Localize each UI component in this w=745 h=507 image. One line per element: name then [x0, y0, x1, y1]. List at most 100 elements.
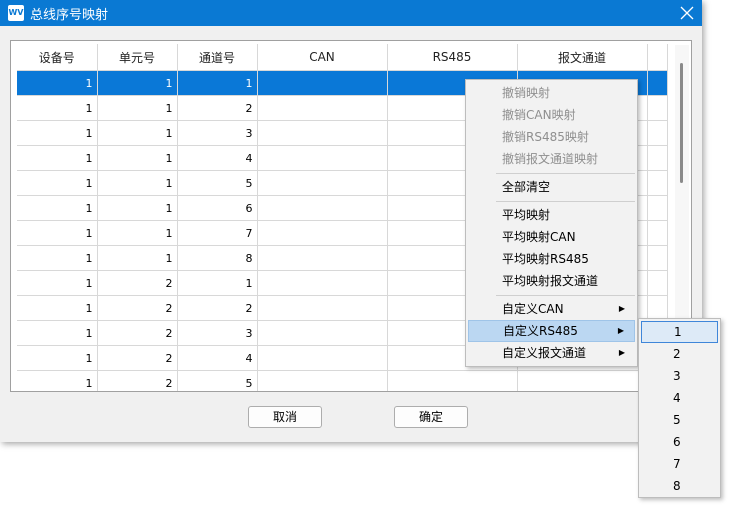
table-cell[interactable]: 1: [97, 195, 178, 221]
table-cell[interactable]: 2: [177, 295, 258, 321]
menu-item-custom-rs485[interactable]: 自定义RS485 ▶: [468, 320, 635, 342]
submenu-item-7[interactable]: 7: [641, 453, 718, 475]
window-title: 总线序号映射: [30, 8, 109, 23]
table-cell-filler: [647, 70, 668, 96]
table-cell[interactable]: [387, 370, 518, 391]
table-cell-filler: [647, 245, 668, 271]
submenu-item-3[interactable]: 3: [641, 365, 718, 387]
table-cell[interactable]: 3: [177, 320, 258, 346]
table-cell[interactable]: 2: [177, 95, 258, 121]
table-cell-filler: [647, 145, 668, 171]
table-cell[interactable]: 5: [177, 370, 258, 391]
table-row[interactable]: 1 2 5: [17, 370, 668, 391]
table-cell[interactable]: 1: [97, 95, 178, 121]
ok-button[interactable]: 确定: [394, 406, 468, 428]
table-cell[interactable]: 1: [17, 195, 98, 221]
submenu-item-1[interactable]: 1: [641, 321, 718, 343]
table-cell[interactable]: 1: [17, 320, 98, 346]
table-cell[interactable]: 1: [97, 145, 178, 171]
table-cell[interactable]: 1: [97, 120, 178, 146]
menu-item-average-mapping[interactable]: 平均映射: [468, 204, 635, 226]
table-cell[interactable]: 1: [17, 70, 98, 96]
table-cell[interactable]: 2: [97, 370, 178, 391]
menu-item-clear-all[interactable]: 全部清空: [468, 176, 635, 198]
menu-item-custom-can[interactable]: 自定义CAN ▶: [468, 298, 635, 320]
table-cell[interactable]: 1: [97, 170, 178, 196]
table-cell[interactable]: 6: [177, 195, 258, 221]
table-cell[interactable]: [257, 95, 388, 121]
table-cell[interactable]: 1: [97, 220, 178, 246]
column-header-can[interactable]: CAN: [257, 44, 388, 71]
table-cell[interactable]: 1: [97, 70, 178, 96]
table-cell[interactable]: 1: [17, 145, 98, 171]
table-cell[interactable]: [257, 370, 388, 391]
submenu-item-8[interactable]: 8: [641, 475, 718, 497]
table-cell-filler: [647, 195, 668, 221]
scrollbar-thumb[interactable]: [680, 63, 683, 183]
column-header-rs485[interactable]: RS485: [387, 44, 518, 71]
table-cell[interactable]: 3: [177, 120, 258, 146]
table-cell[interactable]: 2: [97, 295, 178, 321]
table-cell[interactable]: 2: [97, 320, 178, 346]
submenu-item-4[interactable]: 4: [641, 387, 718, 409]
table-cell[interactable]: [257, 120, 388, 146]
table-cell[interactable]: [257, 270, 388, 296]
column-header-device[interactable]: 设备号: [17, 44, 98, 71]
table-cell[interactable]: 1: [17, 245, 98, 271]
column-header-unit[interactable]: 单元号: [97, 44, 178, 71]
table-cell[interactable]: 1: [17, 95, 98, 121]
menu-item-undo-mapping[interactable]: 撤销映射: [468, 82, 635, 104]
table-cell[interactable]: [257, 295, 388, 321]
submenu-item-5[interactable]: 5: [641, 409, 718, 431]
menu-separator: [496, 295, 635, 296]
title-bar[interactable]: WV 总线序号映射: [0, 0, 702, 26]
table-cell[interactable]: 1: [177, 70, 258, 96]
menu-item-undo-rs485-mapping[interactable]: 撤销RS485映射: [468, 126, 635, 148]
submenu-arrow-icon: ▶: [617, 326, 624, 335]
cancel-button[interactable]: 取消: [248, 406, 322, 428]
menu-item-average-can[interactable]: 平均映射CAN: [468, 226, 635, 248]
table-cell[interactable]: 2: [97, 270, 178, 296]
menu-item-average-rs485[interactable]: 平均映射RS485: [468, 248, 635, 270]
table-cell[interactable]: 1: [17, 270, 98, 296]
table-cell[interactable]: [257, 345, 388, 371]
table-cell[interactable]: [257, 245, 388, 271]
table-cell[interactable]: 7: [177, 220, 258, 246]
menu-item-custom-message[interactable]: 自定义报文通道 ▶: [468, 342, 635, 364]
table-cell[interactable]: [257, 145, 388, 171]
table-cell-filler: [647, 120, 668, 146]
table-cell[interactable]: 4: [177, 145, 258, 171]
table-cell[interactable]: 2: [97, 345, 178, 371]
table-cell[interactable]: [257, 320, 388, 346]
table-cell[interactable]: 4: [177, 345, 258, 371]
table-cell[interactable]: [517, 370, 648, 391]
table-cell[interactable]: 1: [17, 220, 98, 246]
menu-item-average-message[interactable]: 平均映射报文通道: [468, 270, 635, 292]
column-header-message-channel[interactable]: 报文通道: [517, 44, 648, 71]
close-button[interactable]: [672, 0, 702, 26]
table-cell[interactable]: [257, 170, 388, 196]
app-icon: WV: [8, 5, 24, 21]
table-cell[interactable]: 8: [177, 245, 258, 271]
table-cell[interactable]: [257, 195, 388, 221]
table-cell[interactable]: [257, 70, 388, 96]
table-cell[interactable]: [257, 220, 388, 246]
table-cell[interactable]: 5: [177, 170, 258, 196]
table-cell[interactable]: 1: [17, 345, 98, 371]
column-header-channel[interactable]: 通道号: [177, 44, 258, 71]
table-cell[interactable]: 1: [177, 270, 258, 296]
table-cell[interactable]: 1: [17, 295, 98, 321]
table-cell[interactable]: 1: [97, 245, 178, 271]
menu-item-undo-message-mapping[interactable]: 撤销报文通道映射: [468, 148, 635, 170]
submenu-item-6[interactable]: 6: [641, 431, 718, 453]
table-cell[interactable]: 1: [17, 120, 98, 146]
submenu-item-2[interactable]: 2: [641, 343, 718, 365]
table-cell-filler: [647, 220, 668, 246]
menu-item-undo-can-mapping[interactable]: 撤销CAN映射: [468, 104, 635, 126]
table-cell[interactable]: 1: [17, 370, 98, 391]
rs485-submenu: 1 2 3 4 5 6 7 8: [638, 318, 721, 498]
table-cell[interactable]: 1: [17, 170, 98, 196]
menu-separator: [496, 201, 635, 202]
menu-item-label: 自定义CAN: [502, 302, 564, 316]
context-menu: 撤销映射 撤销CAN映射 撤销RS485映射 撤销报文通道映射 全部清空 平均映…: [465, 79, 638, 367]
